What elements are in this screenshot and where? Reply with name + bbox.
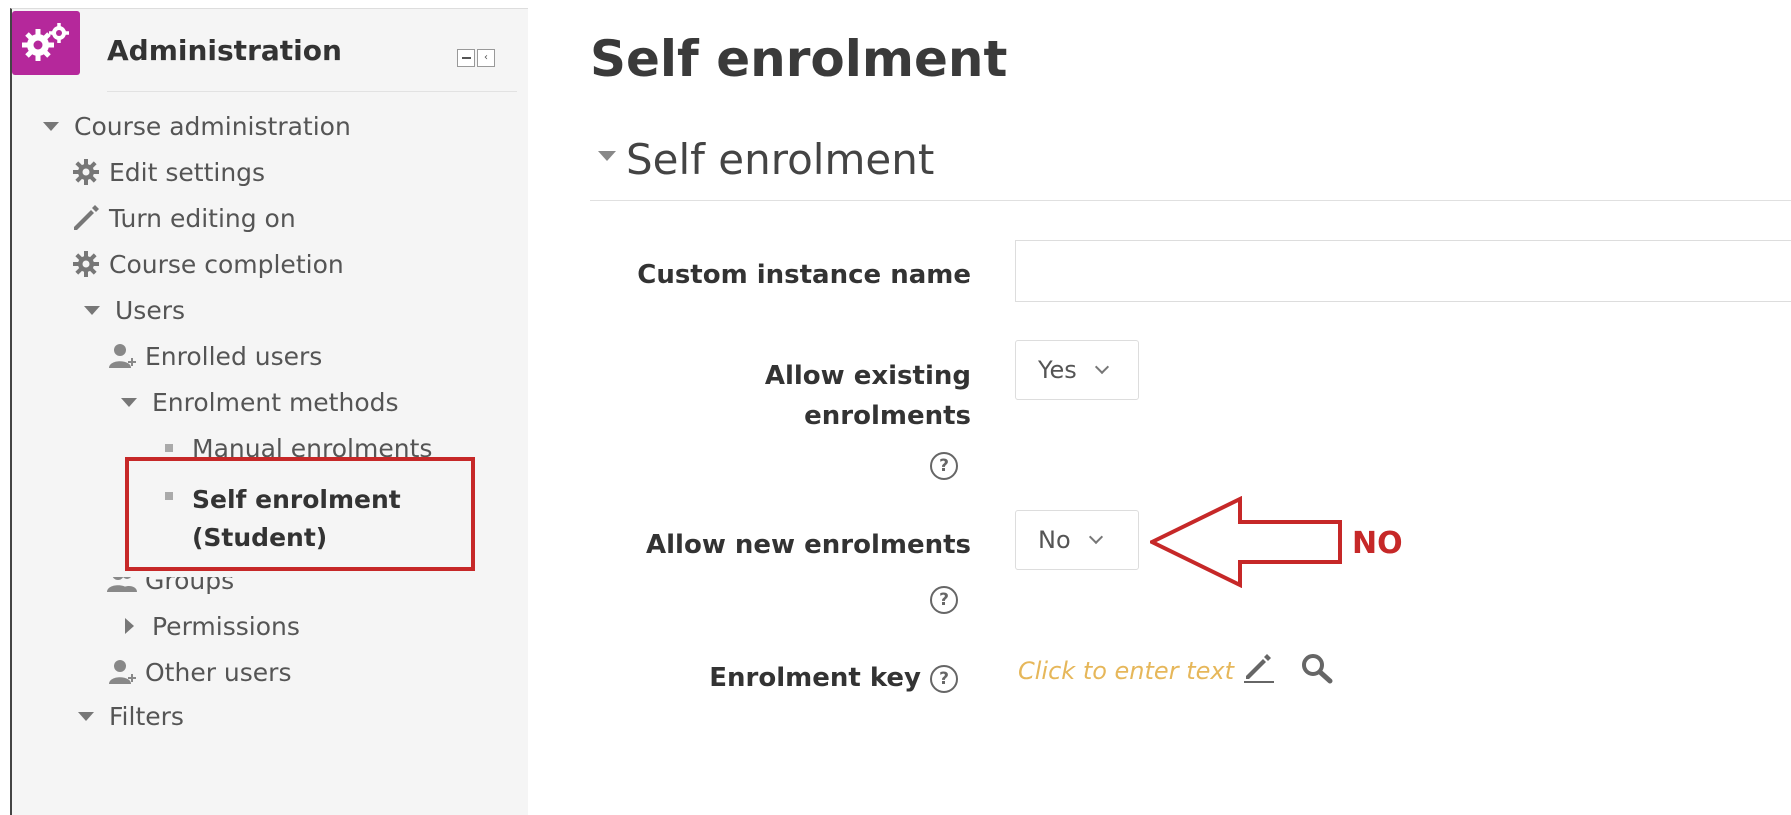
tree-item-filters[interactable]: Filters <box>69 701 184 731</box>
gear-icon <box>69 249 103 279</box>
help-icon[interactable]: ? <box>930 586 958 614</box>
triangle-down-icon <box>75 295 109 325</box>
label-line2: enrolments <box>804 401 971 431</box>
search-icon[interactable] <box>1300 652 1334 688</box>
tree-item-label: Turn editing on <box>109 203 296 233</box>
tree-item-label: Course administration <box>74 111 351 141</box>
custom-instance-name-label: Custom instance name <box>637 260 971 290</box>
tree-item-label: Enrolled users <box>145 341 323 371</box>
allow-new-enrolments-label: Allow new enrolments <box>646 530 971 560</box>
section-title: Self enrolment <box>626 135 935 184</box>
help-icon[interactable]: ? <box>930 452 958 480</box>
main-content: Self enrolment Self enrolment Custom ins… <box>590 0 1791 815</box>
pencil-icon[interactable] <box>1242 652 1276 690</box>
page-title: Self enrolment <box>590 30 1008 88</box>
tree-item-label: Users <box>115 295 186 325</box>
triangle-down-icon <box>112 387 146 417</box>
allow-existing-enrolments-label: Allow existing enrolments <box>765 356 971 436</box>
tree-item-permissions[interactable]: Permissions <box>112 611 300 641</box>
gear-icon <box>69 157 103 187</box>
tree-item-turn-editing-on[interactable]: Turn editing on <box>69 203 296 233</box>
user-icon <box>105 657 139 687</box>
tree-item-label: Course completion <box>109 249 344 279</box>
pencil-icon <box>69 203 103 233</box>
triangle-down-icon <box>34 111 68 141</box>
user-icon <box>105 341 139 371</box>
allow-new-enrolments-select[interactable]: No <box>1015 510 1139 570</box>
triangle-down-icon <box>598 150 616 161</box>
block-controls: ‹ <box>457 49 495 67</box>
tree-item-label: Other users <box>145 657 292 687</box>
custom-instance-name-input[interactable] <box>1015 240 1791 302</box>
dock-block-button[interactable]: ‹ <box>477 49 495 67</box>
select-value: No <box>1038 526 1071 554</box>
annotation-arrow <box>1150 496 1342 588</box>
tree-item-enrolment-methods[interactable]: Enrolment methods <box>112 387 399 417</box>
help-icon[interactable]: ? <box>930 665 958 693</box>
tree-item-label: Edit settings <box>109 157 266 187</box>
administration-block: Administration ‹ Course administration E… <box>10 8 528 815</box>
block-header: Administration ‹ <box>12 9 528 92</box>
chevron-down-icon <box>1094 359 1109 375</box>
allow-existing-enrolments-select[interactable]: Yes <box>1015 340 1139 400</box>
tree-item-label: Permissions <box>152 611 300 641</box>
enrolment-key-inline-edit[interactable]: Click to enter text <box>1018 652 1276 690</box>
triangle-right-icon <box>112 611 146 641</box>
tree-item-edit-settings[interactable]: Edit settings <box>69 157 265 187</box>
tree-item-label: Enrolment methods <box>152 387 399 417</box>
select-value: Yes <box>1038 356 1077 384</box>
divider <box>107 91 517 92</box>
block-title: Administration <box>107 34 342 67</box>
tree-item-course-administration[interactable]: Course administration <box>34 111 351 141</box>
section-divider <box>590 200 1791 201</box>
label-line1: Allow existing <box>764 361 971 391</box>
section-header[interactable]: Self enrolment <box>598 135 934 184</box>
enrolment-key-placeholder: Click to enter text <box>1018 657 1234 685</box>
triangle-down-icon <box>69 701 103 731</box>
enrolment-key-label: Enrolment key <box>709 663 921 693</box>
chevron-down-icon <box>1088 529 1103 545</box>
annotation-label: NO <box>1352 526 1403 561</box>
collapse-block-button[interactable] <box>457 49 475 67</box>
tree-item-other-users[interactable]: Other users <box>105 657 291 687</box>
tree-item-users[interactable]: Users <box>75 295 185 325</box>
tree-item-label: Filters <box>109 701 184 731</box>
tree-item-course-completion[interactable]: Course completion <box>69 249 344 279</box>
highlight-box <box>125 457 475 571</box>
tree-item-enrolled-users[interactable]: Enrolled users <box>105 341 322 371</box>
administration-gears-icon <box>12 11 80 75</box>
